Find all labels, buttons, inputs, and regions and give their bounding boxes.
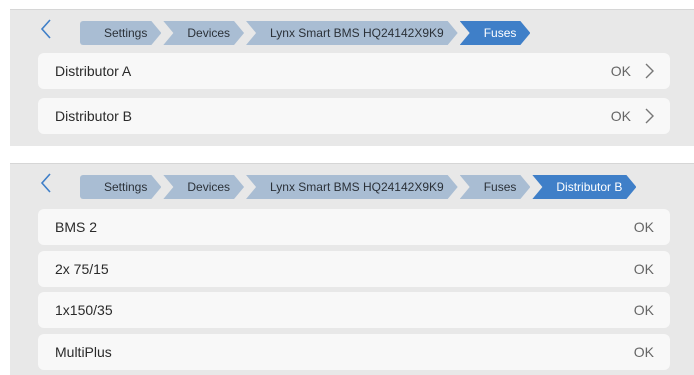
list-item-fuse: MultiPlus OK xyxy=(38,334,670,370)
list-item-distributor-b[interactable]: Distributor B OK xyxy=(38,98,670,134)
status-text: OK xyxy=(633,261,654,277)
breadcrumb-settings[interactable]: Settings xyxy=(80,175,161,199)
list-item-label: MultiPlus xyxy=(55,344,112,360)
breadcrumb-lynx-bms[interactable]: Lynx Smart BMS HQ24142X9K9 xyxy=(246,175,458,199)
fuses-panel: Settings Devices Lynx Smart BMS HQ24142X… xyxy=(10,9,694,146)
breadcrumb-fuses: Fuses xyxy=(460,21,531,45)
list-item-label: 1x150/35 xyxy=(55,302,113,318)
status-text: OK xyxy=(633,219,654,235)
breadcrumb-lynx-bms[interactable]: Lynx Smart BMS HQ24142X9K9 xyxy=(246,21,458,45)
breadcrumb-settings[interactable]: Settings xyxy=(80,21,161,45)
breadcrumb-devices[interactable]: Devices xyxy=(163,175,244,199)
list-item-label: 2x 75/15 xyxy=(55,261,109,277)
breadcrumb: Settings Devices Lynx Smart BMS HQ24142X… xyxy=(80,175,638,199)
status-text: OK xyxy=(633,302,654,318)
back-button[interactable] xyxy=(36,173,56,193)
breadcrumb-bar: Settings Devices Lynx Smart BMS HQ24142X… xyxy=(10,164,694,198)
status-text: OK xyxy=(610,108,631,124)
list-item-label: Distributor A xyxy=(55,63,132,79)
breadcrumb-devices[interactable]: Devices xyxy=(163,21,244,45)
status-text: OK xyxy=(610,63,631,79)
list-item-label: BMS 2 xyxy=(55,219,98,235)
chevron-right-icon xyxy=(645,63,654,79)
list-item-fuse: 2x 75/15 OK xyxy=(38,251,670,287)
list-item-fuse: BMS 2 OK xyxy=(38,209,670,245)
list-item-distributor-a[interactable]: Distributor A OK xyxy=(38,53,670,89)
distributor-b-panel: Settings Devices Lynx Smart BMS HQ24142X… xyxy=(10,163,694,375)
breadcrumb: Settings Devices Lynx Smart BMS HQ24142X… xyxy=(80,21,532,45)
chevron-right-icon xyxy=(645,108,654,124)
back-button[interactable] xyxy=(36,19,56,39)
breadcrumb-bar: Settings Devices Lynx Smart BMS HQ24142X… xyxy=(10,10,694,44)
list-item-label: Distributor B xyxy=(55,108,133,124)
breadcrumb-fuses[interactable]: Fuses xyxy=(460,175,531,199)
chevron-left-icon xyxy=(40,19,51,39)
chevron-left-icon xyxy=(40,173,51,193)
status-text: OK xyxy=(633,344,654,360)
breadcrumb-distributor-b: Distributor B xyxy=(532,175,636,199)
list-item-fuse: 1x150/35 OK xyxy=(38,292,670,328)
